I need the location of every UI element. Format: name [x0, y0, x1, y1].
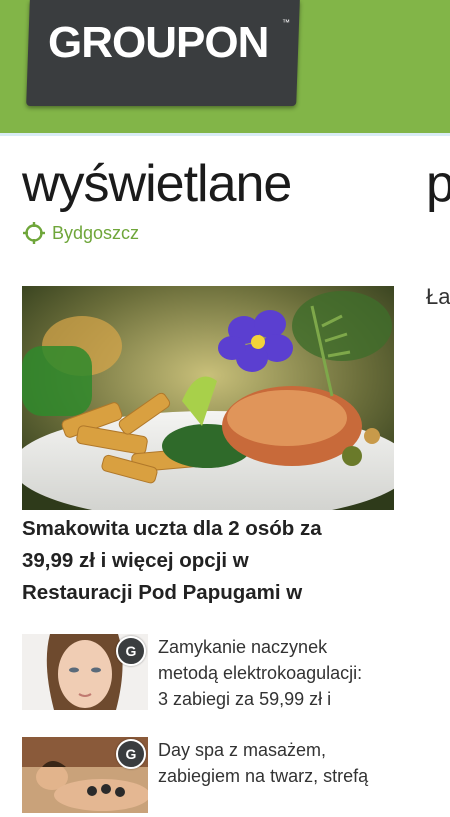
pivot-header-current[interactable]: wyświetlane — [22, 152, 292, 216]
best-of-badge: G — [116, 636, 146, 666]
deal-title-line: Restauracji Pod Papugami w — [22, 581, 303, 604]
trademark-symbol: ™ — [282, 18, 290, 27]
crosshair-location-icon — [23, 222, 45, 244]
location-city: Bydgoszcz — [52, 222, 140, 243]
featured-deal-title[interactable]: Smakowita uczta dla 2 osób za 39,99 zł i… — [22, 513, 422, 609]
list-item[interactable]: G Zamykanie naczynek metodą elektrokoagu… — [22, 634, 442, 714]
deal-title-line: Smakowita uczta dla 2 osób za — [22, 517, 322, 540]
deal-item-text: Day spa z masażem, zabiegiem na twarz, s… — [158, 737, 438, 789]
deal-item-line: 3 zabiegi za 59,99 zł i — [158, 689, 332, 709]
featured-deal-image[interactable] — [22, 286, 394, 510]
app-header: GROUPON ™ — [0, 0, 450, 136]
deal-item-line: Day spa z masażem, — [158, 740, 327, 760]
location-selector[interactable]: Bydgoszcz — [22, 220, 139, 246]
best-of-badge: G — [116, 739, 146, 769]
deal-title-line: 39,99 zł i więcej opcji w — [22, 549, 249, 572]
list-item[interactable]: G Day spa z masażem, zabiegiem na twarz,… — [22, 737, 442, 817]
deal-item-text: Zamykanie naczynek metodą elektrokoagula… — [158, 634, 438, 712]
deal-item-line: metodą elektrokoagulacji: — [158, 663, 363, 683]
woman-face-image: G — [22, 634, 148, 710]
deal-item-line: Zamykanie naczynek — [158, 637, 328, 657]
logo-text: GROUPON — [48, 18, 269, 67]
next-pane-text: Ła — [426, 284, 450, 309]
spa-massage-image: G — [22, 737, 148, 813]
pivot-header-next[interactable]: p — [426, 152, 450, 216]
deal-item-line: zabiegiem na twarz, strefą — [158, 766, 369, 786]
